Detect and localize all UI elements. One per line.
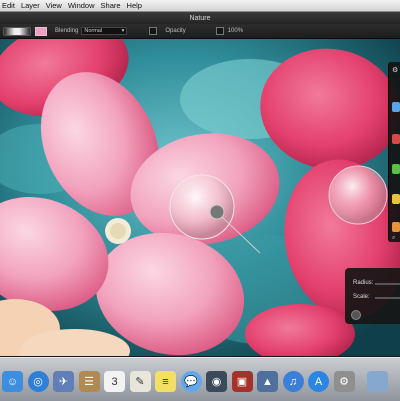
photo-booth-icon[interactable]: ▣ xyxy=(231,371,253,392)
nature-photo xyxy=(0,39,400,356)
opacity-slider[interactable] xyxy=(215,27,224,35)
finder-glyph: ☺ xyxy=(6,375,19,388)
green-tool[interactable] xyxy=(392,164,400,174)
app-store-glyph: A xyxy=(314,375,323,388)
blending-label: Blending xyxy=(55,28,79,34)
scale-label: Scale: xyxy=(353,294,370,300)
app-store-icon[interactable]: A xyxy=(308,371,329,392)
opacity-checkbox[interactable] xyxy=(149,27,158,35)
chevron-down-icon: ▾ xyxy=(121,28,125,34)
menu-window[interactable]: Window xyxy=(68,1,101,10)
window-title-bar: Nature xyxy=(0,12,400,24)
brush-preview[interactable] xyxy=(3,26,31,36)
menu-share[interactable]: Share xyxy=(101,1,127,10)
color-swatch[interactable] xyxy=(35,26,47,36)
blending-value: Normal xyxy=(84,28,103,34)
red-tool[interactable] xyxy=(392,134,400,144)
safari-icon[interactable]: ◎ xyxy=(27,371,49,392)
facetime-glyph: ◉ xyxy=(211,376,222,388)
reset-button[interactable] xyxy=(351,310,361,320)
textedit-glyph: ✎ xyxy=(135,376,145,388)
safari-glyph: ◎ xyxy=(33,376,43,388)
menu-bar: Edit Layer View Window Share Help xyxy=(0,0,400,12)
contacts-glyph: ☰ xyxy=(84,376,94,388)
dock: ☺ ◎ ✈ ☰ 3 ✎ ≡ 💬 ◉ ▣ ▲ ♫ A ⚙ xyxy=(0,357,400,401)
blending-select[interactable]: Normal ▾ xyxy=(81,27,128,35)
photo-booth-glyph: ▣ xyxy=(236,376,248,388)
radius-slider[interactable] xyxy=(375,283,400,285)
radius-label: Radius: xyxy=(353,280,374,286)
textedit-icon[interactable]: ✎ xyxy=(129,371,151,392)
tools-panel: ⚙ ⌕ xyxy=(388,62,400,242)
preferences-icon[interactable]: ⚙ xyxy=(333,371,355,392)
blue-tool[interactable] xyxy=(392,102,400,112)
mail-glyph: ✈ xyxy=(58,376,69,388)
folder-icon[interactable] xyxy=(367,371,388,392)
menu-help[interactable]: Help xyxy=(127,1,148,10)
itunes-icon[interactable]: ♫ xyxy=(282,371,304,392)
window-title: Nature xyxy=(189,14,211,22)
preferences-glyph: ⚙ xyxy=(339,376,349,388)
mail-icon[interactable]: ✈ xyxy=(53,371,74,392)
iphoto-glyph: ▲ xyxy=(262,375,273,388)
brush-settings-panel: Radius: Scale: xyxy=(345,268,400,324)
yellow-tool[interactable] xyxy=(392,194,400,204)
folder-glyph xyxy=(367,371,388,392)
contacts-icon[interactable]: ☰ xyxy=(78,371,100,392)
image-canvas[interactable] xyxy=(0,39,400,356)
itunes-glyph: ♫ xyxy=(288,375,298,388)
menu-view[interactable]: View xyxy=(46,1,68,10)
finder-icon[interactable]: ☺ xyxy=(2,371,23,392)
search-icon[interactable]: ⌕ xyxy=(392,235,395,242)
calendar-glyph: 3 xyxy=(111,375,118,388)
messages-icon[interactable]: 💬 xyxy=(180,371,202,392)
scale-slider[interactable] xyxy=(375,297,400,299)
facetime-icon[interactable]: ◉ xyxy=(206,371,227,392)
notes-icon[interactable]: ≡ xyxy=(155,371,176,392)
iphoto-icon[interactable]: ▲ xyxy=(257,371,278,392)
orange-tool[interactable] xyxy=(392,222,400,232)
menu-layer[interactable]: Layer xyxy=(21,1,46,10)
messages-glyph: 💬 xyxy=(184,376,198,388)
opacity-label: Opacity xyxy=(165,28,186,34)
menu-edit[interactable]: Edit xyxy=(0,1,21,10)
gear-icon[interactable]: ⚙ xyxy=(392,66,398,74)
opacity-value: 100% xyxy=(227,28,244,34)
calendar-icon[interactable]: 3 xyxy=(104,371,125,392)
notes-glyph: ≡ xyxy=(162,375,169,388)
tool-options-bar: Blending Normal ▾ Opacity 100% xyxy=(0,24,400,39)
